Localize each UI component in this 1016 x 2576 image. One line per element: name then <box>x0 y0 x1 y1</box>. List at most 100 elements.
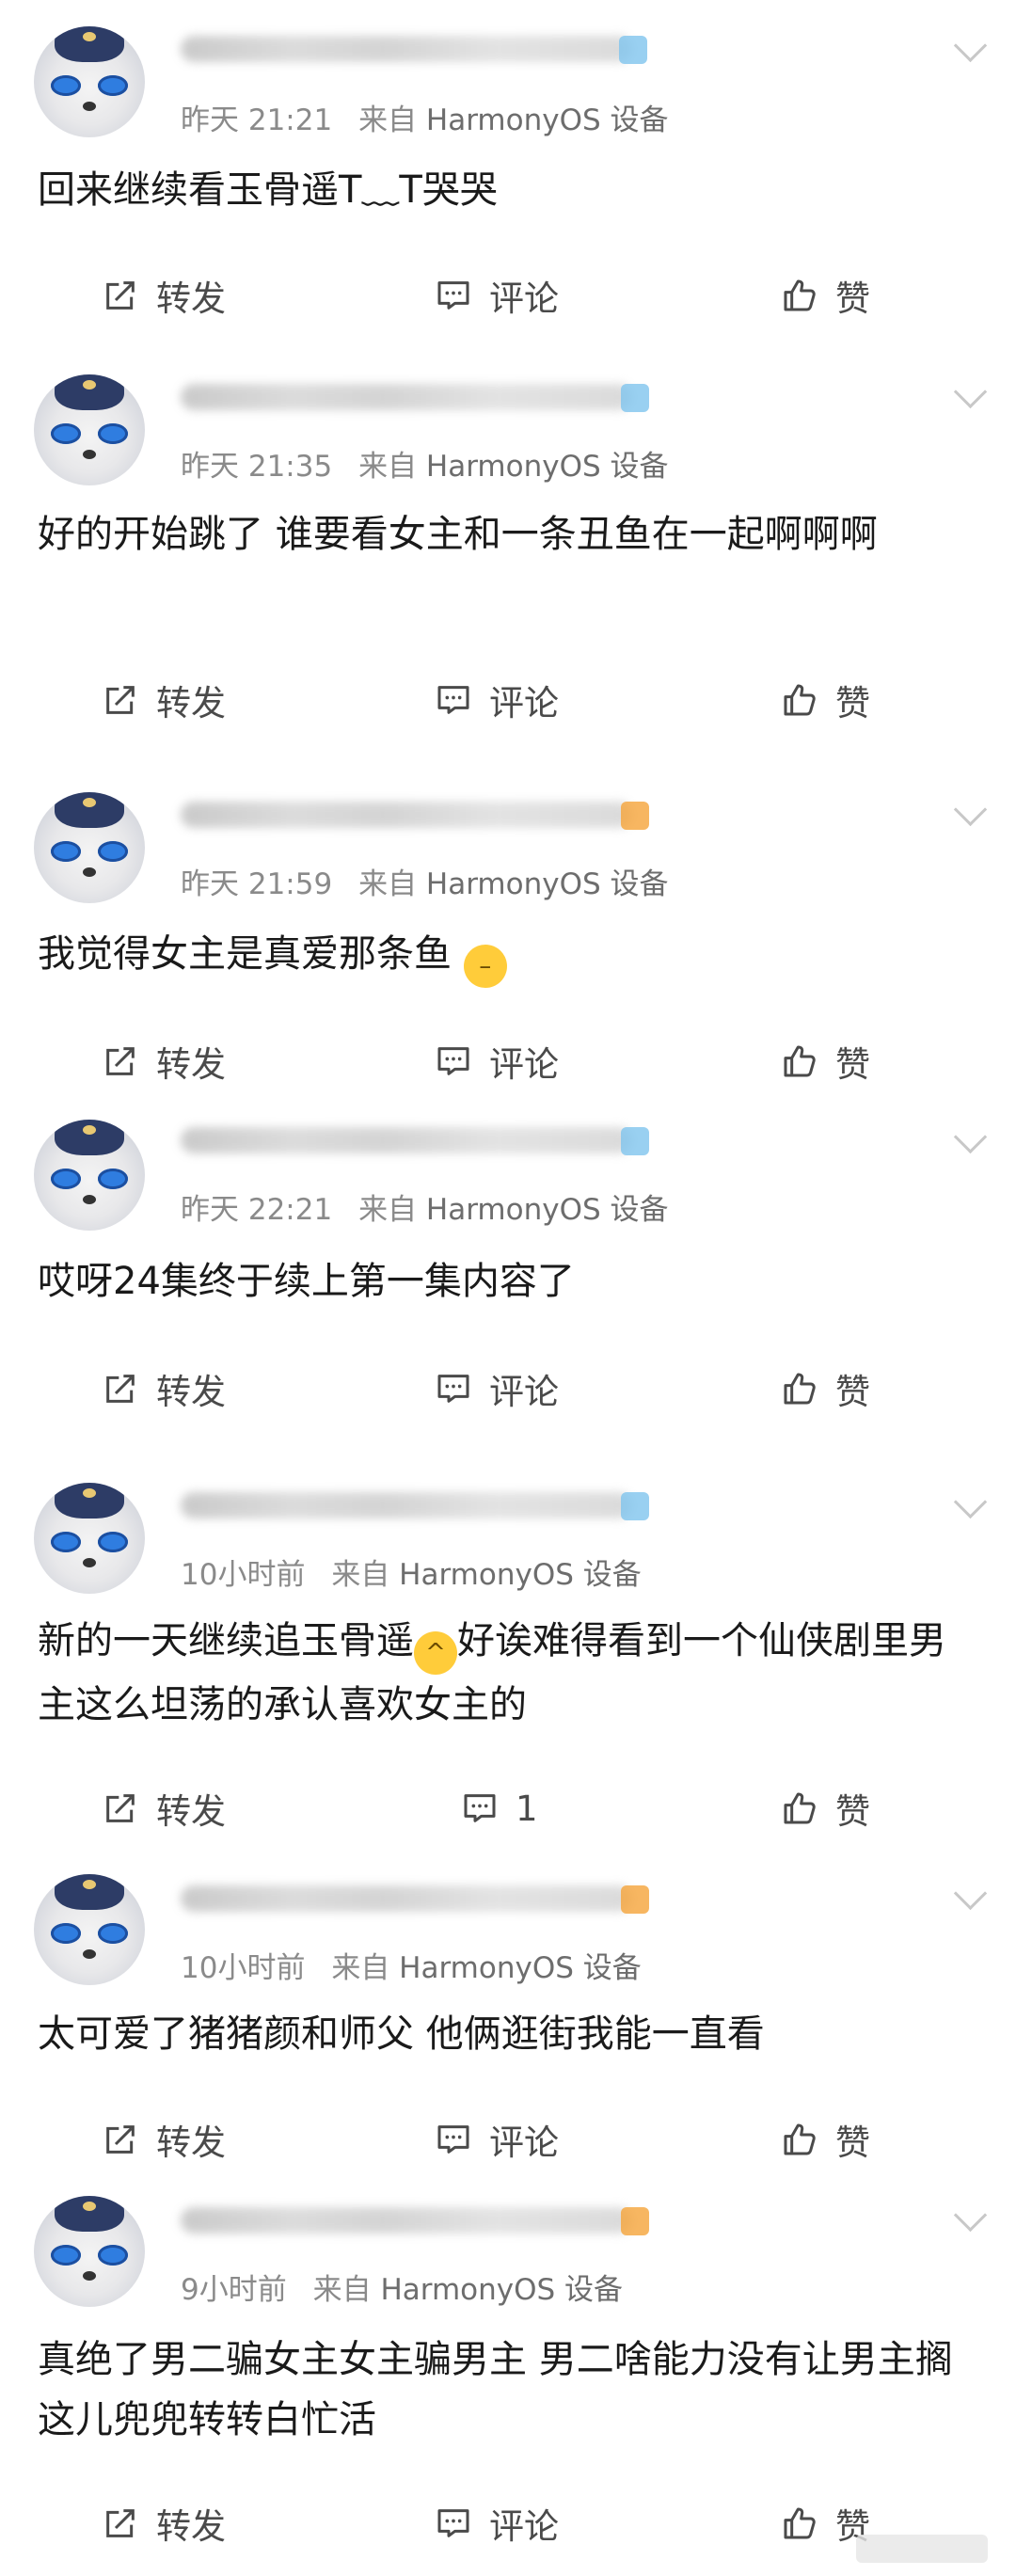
post-meta: 10小时前 来自 HarmonyOS 设备 <box>181 1944 642 1986</box>
repost-icon <box>102 277 139 314</box>
vip-badge-icon <box>621 1885 649 1914</box>
repost-icon <box>102 1789 139 1827</box>
vip-badge-icon <box>619 36 647 64</box>
device-label: HarmonyOS 设备 <box>425 450 669 484</box>
avatar[interactable] <box>34 792 145 903</box>
username-blurred[interactable] <box>181 384 632 410</box>
avatar[interactable] <box>34 1874 145 1985</box>
chevron-down-icon[interactable] <box>953 374 988 409</box>
action-bar: 转发 评论 赞 <box>0 1360 1016 1417</box>
avatar[interactable] <box>34 2196 145 2307</box>
comment-button[interactable]: 评论 <box>435 2495 559 2552</box>
source-prefix: 来自 <box>312 2273 372 2307</box>
post-content: 哎呀24集终于续上第一集内容了 <box>38 1260 575 1303</box>
chevron-down-icon[interactable] <box>953 1876 988 1911</box>
vip-badge-icon <box>621 802 649 830</box>
source-prefix: 来自 <box>358 103 418 137</box>
source-prefix: 来自 <box>331 1951 390 1985</box>
action-bar: 转发 1 赞 <box>0 1780 1016 1837</box>
action-bar: 转发 评论 赞 <box>0 1033 1016 1089</box>
vip-badge-icon <box>621 1127 649 1155</box>
source-prefix: 来自 <box>358 867 418 901</box>
post-meta: 10小时前 来自 HarmonyOS 设备 <box>181 1550 642 1593</box>
post-time: 昨天 21:59 <box>181 867 333 901</box>
happy-emoji-icon: ^ <box>414 1631 457 1675</box>
thumbs-up-icon <box>781 277 818 314</box>
repost-button[interactable]: 转发 <box>102 2495 226 2552</box>
comment-icon <box>435 1042 472 1080</box>
repost-icon <box>102 2121 139 2158</box>
comment-button[interactable]: 评论 <box>435 1033 559 1089</box>
comment-icon <box>435 1370 472 1407</box>
thumbs-up-icon <box>781 681 818 719</box>
repost-icon <box>102 681 139 719</box>
vip-badge-icon <box>621 2207 649 2235</box>
thumbs-up-icon <box>781 2121 818 2158</box>
device-label: HarmonyOS 设备 <box>425 1193 669 1227</box>
chevron-down-icon[interactable] <box>953 28 988 63</box>
like-button[interactable]: 赞 <box>781 2111 870 2168</box>
comment-icon <box>461 1789 499 1827</box>
username-blurred[interactable] <box>181 1492 632 1519</box>
comment-button[interactable]: 评论 <box>435 672 559 728</box>
chevron-down-icon[interactable] <box>953 792 988 827</box>
comment-icon <box>435 277 472 314</box>
username-blurred[interactable] <box>181 36 632 62</box>
post-content: 太可爱了猪猪颜和师父 他俩逛街我能一直看 <box>38 2012 765 2056</box>
username-blurred[interactable] <box>181 1127 632 1153</box>
post-time: 昨天 21:21 <box>181 103 333 137</box>
chevron-down-icon[interactable] <box>953 1485 988 1519</box>
like-button[interactable]: 赞 <box>781 672 870 728</box>
username-blurred[interactable] <box>181 1885 632 1912</box>
repost-button[interactable]: 转发 <box>102 1360 226 1417</box>
chevron-down-icon[interactable] <box>953 2198 988 2233</box>
thumbs-up-icon <box>781 1042 818 1080</box>
repost-icon <box>102 2504 139 2542</box>
post-content: 我觉得女主是真爱那条鱼 – <box>38 924 969 988</box>
avatar[interactable] <box>34 26 145 137</box>
action-bar: 转发 评论 赞 <box>0 267 1016 324</box>
post-content: 新的一天继续追玉骨遥 ^ 好诶难得看到一个仙侠剧里男主这么坦荡的承认喜欢女主的 <box>38 1619 946 1726</box>
repost-icon <box>102 1370 139 1407</box>
vip-badge-icon <box>621 384 649 412</box>
post-meta: 昨天 21:35 来自 HarmonyOS 设备 <box>181 442 669 485</box>
repost-button[interactable]: 转发 <box>102 2111 226 2168</box>
post-time: 昨天 22:21 <box>181 1193 333 1227</box>
avatar[interactable] <box>34 1120 145 1231</box>
comment-button[interactable]: 评论 <box>435 2111 559 2168</box>
repost-button[interactable]: 转发 <box>102 1780 226 1837</box>
avatar[interactable] <box>34 374 145 485</box>
repost-button[interactable]: 转发 <box>102 1033 226 1089</box>
comment-button[interactable]: 评论 <box>435 1360 559 1417</box>
post-meta: 9小时前 来自 HarmonyOS 设备 <box>181 2266 623 2308</box>
comment-button[interactable]: 评论 <box>435 267 559 324</box>
post-time: 10小时前 <box>181 1951 306 1985</box>
repost-button[interactable]: 转发 <box>102 267 226 324</box>
like-button[interactable]: 赞 <box>781 1780 870 1837</box>
device-label: HarmonyOS 设备 <box>380 2273 624 2307</box>
post-meta: 昨天 22:21 来自 HarmonyOS 设备 <box>181 1185 669 1228</box>
post-content: 真绝了男二骗女主女主骗男主 男二啥能力没有让男主搁这儿兜兜转转白忙活 <box>38 2338 953 2441</box>
device-label: HarmonyOS 设备 <box>425 103 669 137</box>
comment-button[interactable]: 1 <box>461 1780 538 1837</box>
thumbs-up-icon <box>781 1370 818 1407</box>
post-meta: 昨天 21:21 来自 HarmonyOS 设备 <box>181 96 669 138</box>
post-meta: 昨天 21:59 来自 HarmonyOS 设备 <box>181 860 669 902</box>
expressionless-emoji-icon: – <box>463 945 507 988</box>
username-blurred[interactable] <box>181 802 632 828</box>
post-time: 9小时前 <box>181 2273 287 2307</box>
repost-button[interactable]: 转发 <box>102 672 226 728</box>
username-blurred[interactable] <box>181 2207 632 2234</box>
post-time: 10小时前 <box>181 1558 306 1592</box>
comment-icon <box>435 681 472 719</box>
source-prefix: 来自 <box>358 1193 418 1227</box>
avatar[interactable] <box>34 1483 145 1594</box>
action-bar: 转发 评论 赞 <box>0 672 1016 728</box>
vip-badge-icon <box>621 1492 649 1520</box>
chevron-down-icon[interactable] <box>953 1120 988 1154</box>
like-button[interactable]: 赞 <box>781 1033 870 1089</box>
device-label: HarmonyOS 设备 <box>399 1951 642 1985</box>
like-button[interactable]: 赞 <box>781 1360 870 1417</box>
like-button[interactable]: 赞 <box>781 267 870 324</box>
source-prefix: 来自 <box>358 450 418 484</box>
